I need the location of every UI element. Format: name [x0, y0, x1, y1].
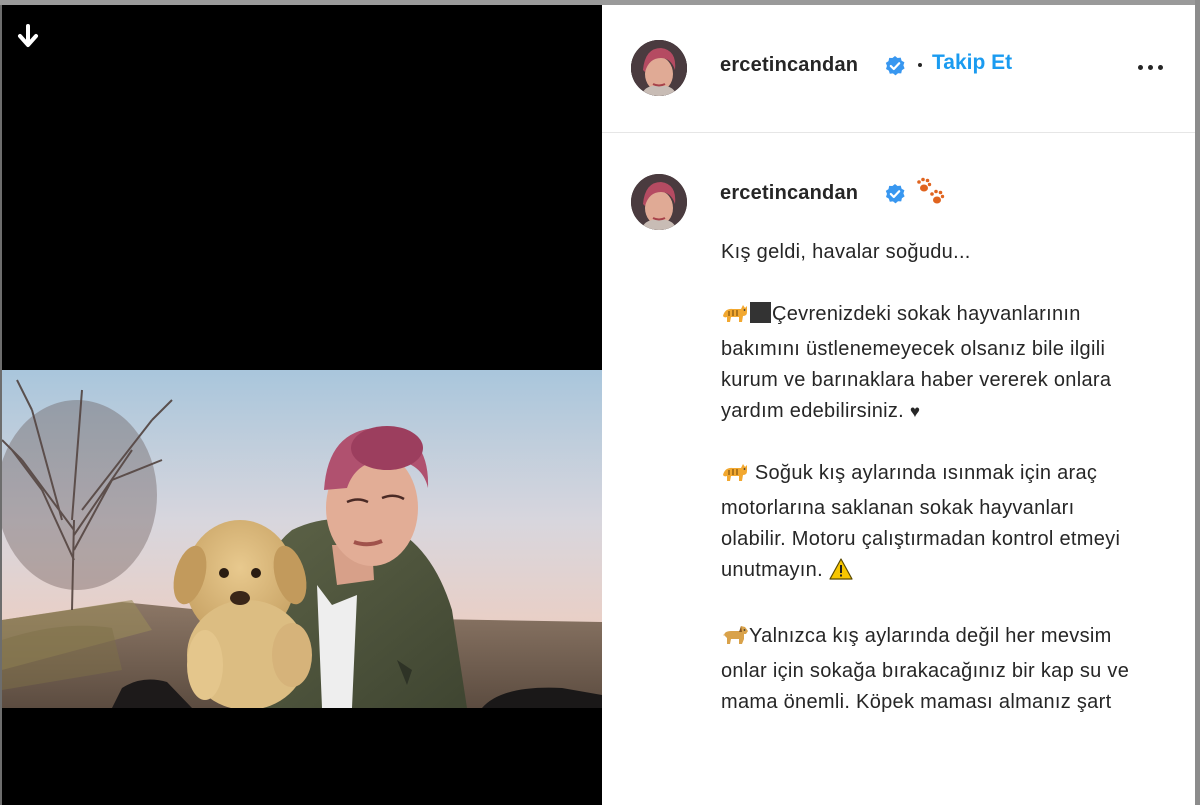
more-options-icon[interactable]	[1136, 61, 1166, 75]
post-media[interactable]	[2, 5, 602, 805]
verified-badge-icon	[884, 55, 906, 77]
avatar[interactable]	[631, 40, 687, 96]
caption-paragraph: Çevrenizdeki sokak hayvanlarının bakımın…	[721, 299, 1141, 427]
cat-emoji	[721, 302, 749, 334]
caption-username[interactable]: ercetincandan	[720, 182, 858, 205]
follow-button[interactable]: Takip Et	[932, 51, 1012, 75]
post-details-panel: ercetincandan Takip Et ercetincandan Kış…	[602, 5, 1195, 805]
caption-paragraph: Yalnızca kış aylarında değil her mevsim …	[721, 621, 1141, 718]
dog-emoji	[721, 624, 749, 656]
post-photo	[2, 370, 602, 708]
verified-badge-icon	[884, 183, 906, 205]
separator-dot	[918, 63, 922, 67]
caption-text: Kış geldi, havalar soğudu... Çevrenizdek…	[721, 237, 1141, 749]
post-header: ercetincandan Takip Et	[602, 5, 1195, 133]
black-square-emoji	[750, 302, 771, 323]
arrow-down-icon[interactable]	[15, 23, 41, 51]
heart-emoji: ♥	[909, 402, 921, 421]
caption-paragraph: Soğuk kış aylarında ısınmak için araç mo…	[721, 458, 1141, 590]
paw-prints-icon	[916, 177, 948, 207]
caption-paragraph-text: Yalnızca kış aylarında değil her mevsim …	[721, 625, 1130, 713]
window-right-border	[1195, 0, 1200, 805]
warning-emoji	[829, 558, 853, 590]
caption-paragraph: Kış geldi, havalar soğudu...	[721, 241, 971, 263]
post-caption: ercetincandan Kış geldi, havalar soğudu.…	[602, 133, 1195, 805]
caption-avatar[interactable]	[631, 174, 687, 230]
post-username[interactable]: ercetincandan	[720, 54, 858, 77]
cat-emoji	[721, 461, 749, 493]
caption-paragraph-text: Soğuk kış aylarında ısınmak için araç mo…	[721, 462, 1121, 581]
instagram-post-viewer: ercetincandan Takip Et ercetincandan Kış…	[0, 0, 1200, 805]
